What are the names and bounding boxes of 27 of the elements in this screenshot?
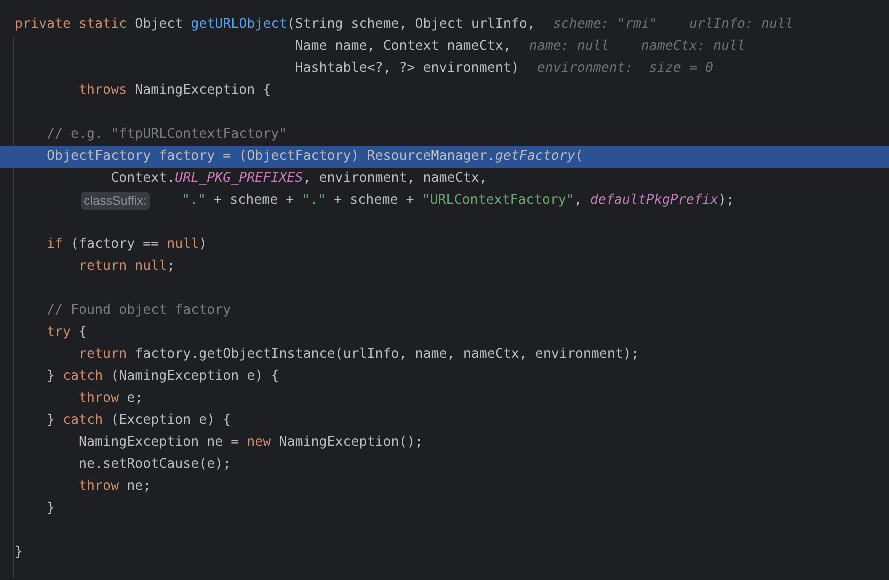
code-text: ne.setRootCause(e); bbox=[78, 456, 232, 474]
inlay-hint: urlInfo: null bbox=[689, 16, 794, 34]
inlay-hint: name: null bbox=[529, 38, 610, 56]
code-text: Hashtable<?, ?> environment) bbox=[294, 60, 520, 78]
code-text: try { bbox=[46, 324, 88, 342]
code-text: if (factory == null) bbox=[46, 236, 208, 254]
code-text: "." + scheme + "." + scheme + "URLContextFactory", defaultPkgPrefix); bbox=[181, 192, 734, 210]
code-text: } bbox=[46, 500, 56, 518]
inlay-hint: nameCtx: null bbox=[641, 38, 746, 56]
code-text: return factory.getObjectInstance(urlInfo, name, nameCtx, environment); bbox=[78, 346, 640, 364]
code-text: NamingException ne = new NamingException(); bbox=[78, 434, 424, 452]
inlay-hint: scheme: "rmi" bbox=[553, 16, 658, 34]
code-text: } bbox=[15, 544, 24, 562]
code-text: throws NamingException { bbox=[78, 82, 272, 100]
code-text: private static Object getURLObject(String scheme, Object urlInfo, bbox=[15, 16, 536, 34]
inlay-hint: environment: size = 0 bbox=[537, 60, 714, 78]
code-text: Context.URL_PKG_PREFIXES, environment, nameCtx, bbox=[110, 170, 488, 188]
code-text: } catch (Exception e) { bbox=[46, 412, 232, 430]
parameter-hint: classSuffix: bbox=[81, 192, 150, 210]
code-text: } catch (NamingException e) { bbox=[46, 368, 280, 386]
code-text: // e.g. "ftpURLContextFactory" bbox=[46, 126, 288, 144]
code-text: // Found object factory bbox=[46, 302, 232, 320]
code-text: throw ne; bbox=[78, 478, 152, 496]
code-text: throw e; bbox=[78, 390, 144, 408]
code-text: Name name, Context nameCtx, bbox=[294, 38, 512, 56]
code-text: ObjectFactory factory = (ObjectFactory) ResourceManager.getFactory( bbox=[46, 148, 584, 166]
code-text: return null; bbox=[78, 258, 176, 276]
